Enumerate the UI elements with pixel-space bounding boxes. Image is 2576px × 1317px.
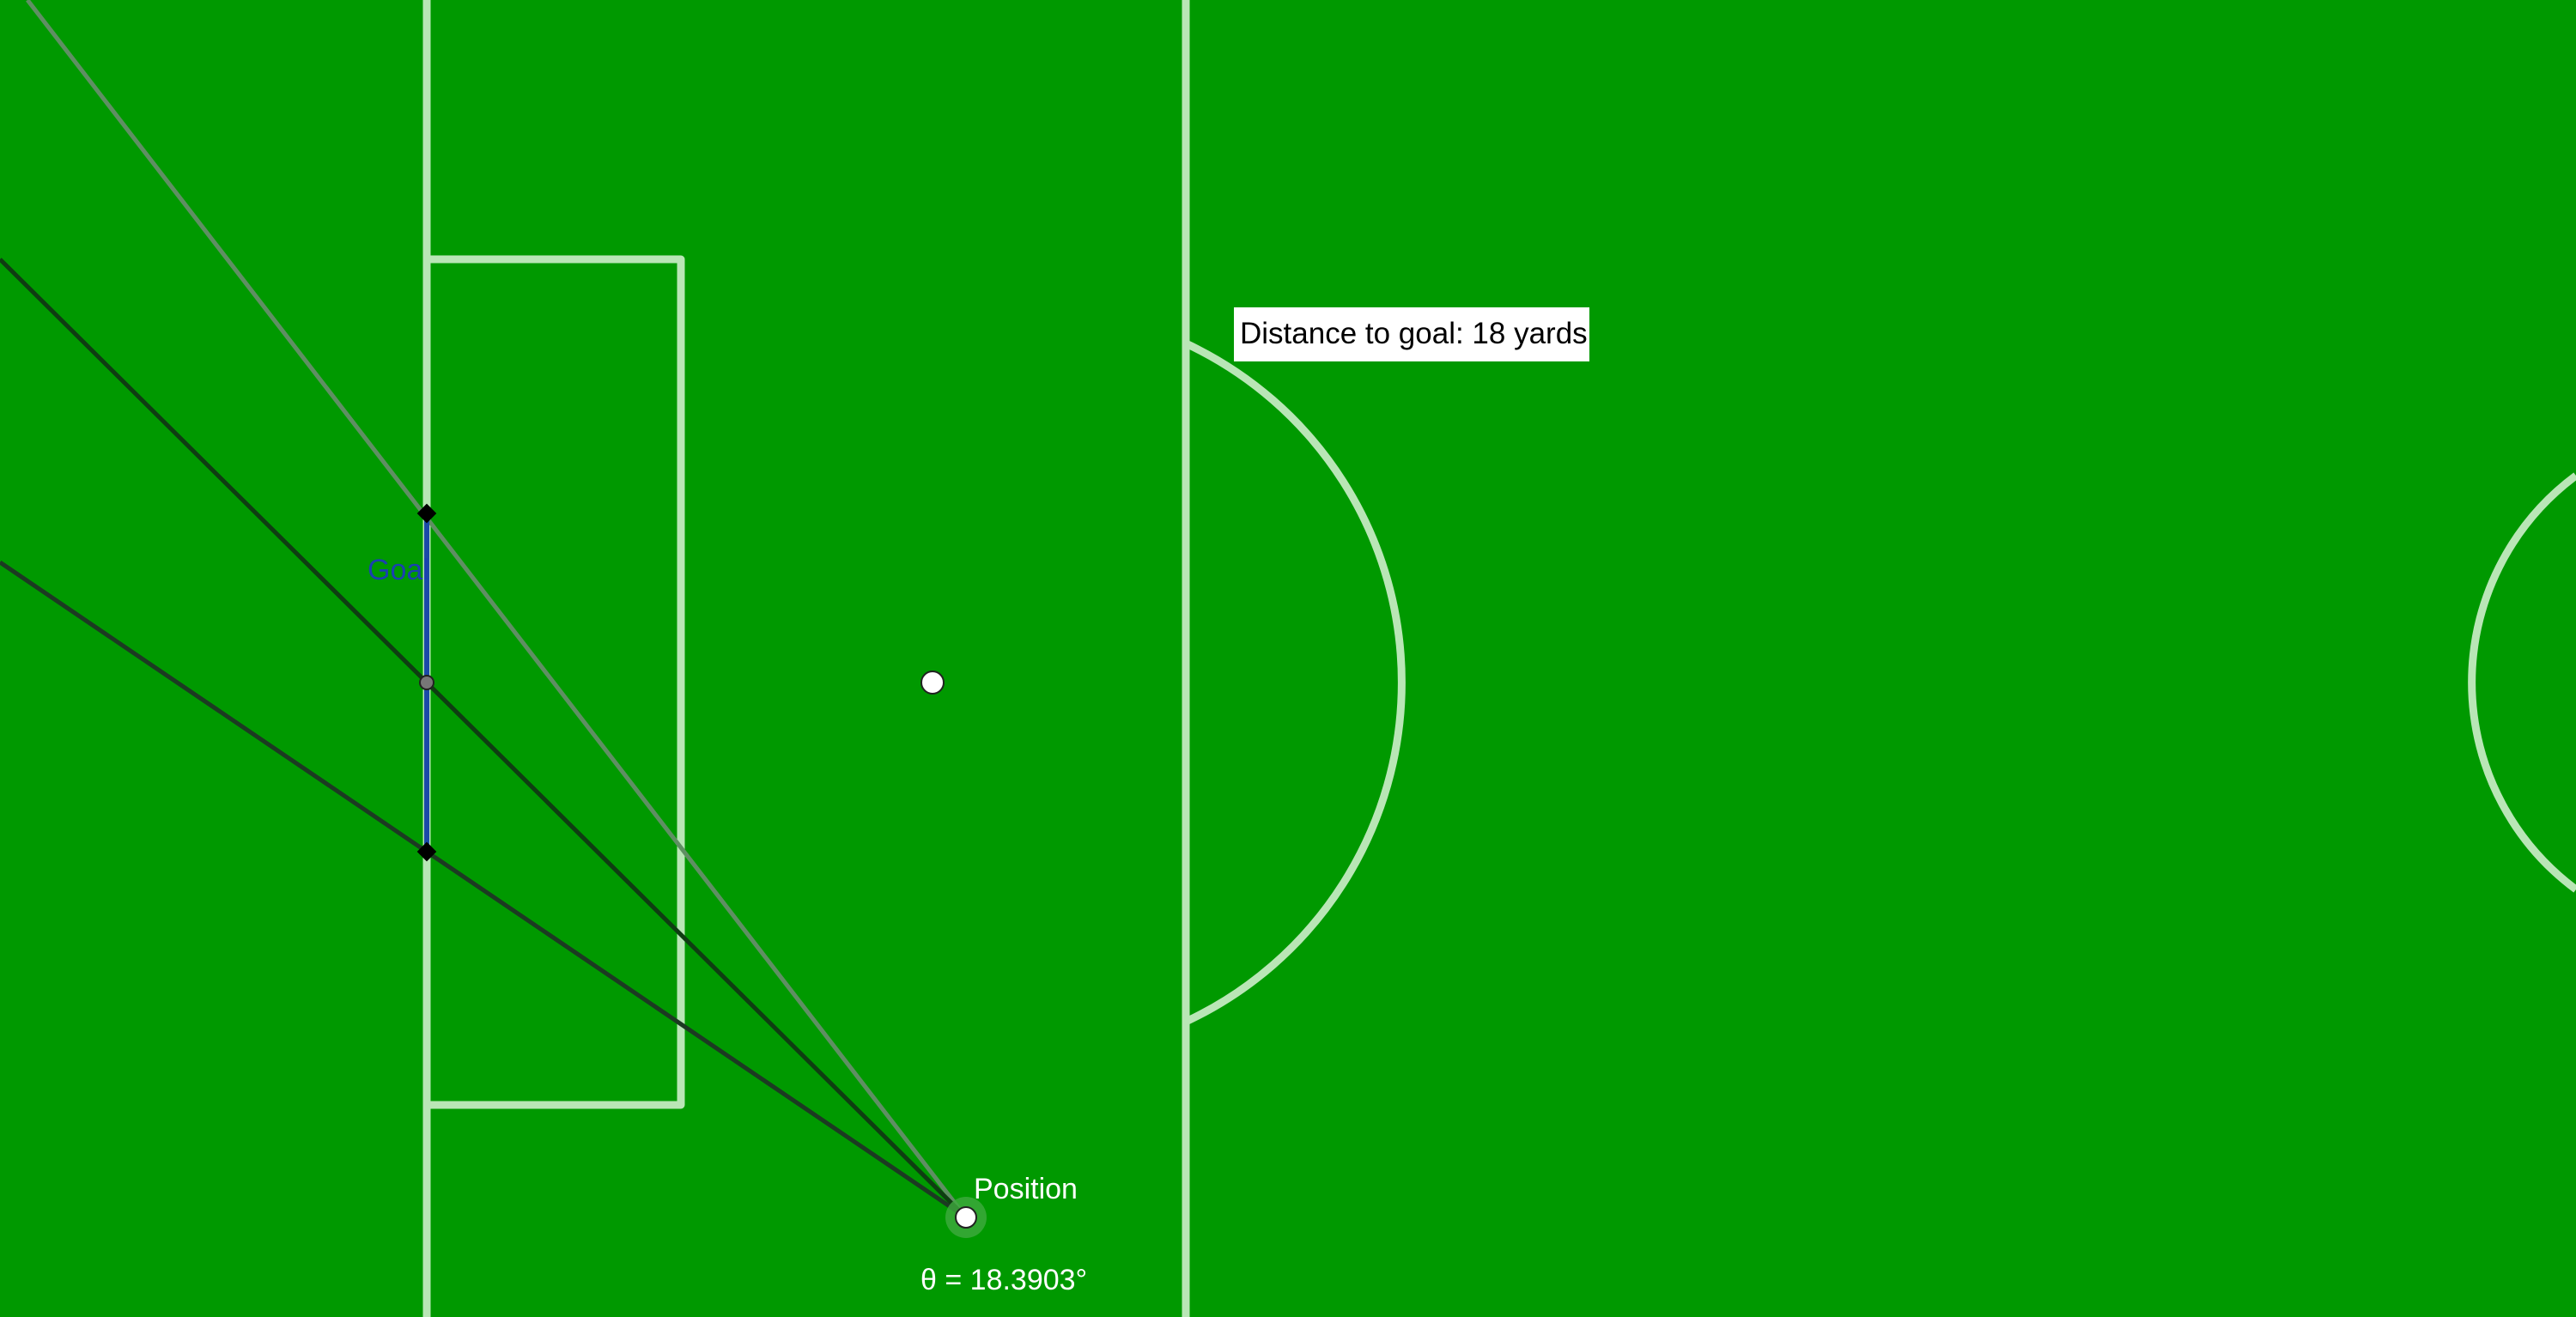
goal-center-point[interactable]: [419, 675, 434, 690]
angle-readout: θ = 18.3903°: [920, 1264, 1087, 1296]
position-label: Position: [974, 1173, 1078, 1205]
goal-label: Goal: [368, 554, 429, 586]
position-point[interactable]: [955, 1206, 977, 1229]
ball-point[interactable]: [920, 671, 945, 695]
field-background: [0, 0, 2576, 1317]
distance-label-text: Distance to goal: 18 yards: [1240, 317, 1588, 350]
soccer-field-canvas: Goal Distance to goal: 18 yards Position…: [0, 0, 2576, 1317]
